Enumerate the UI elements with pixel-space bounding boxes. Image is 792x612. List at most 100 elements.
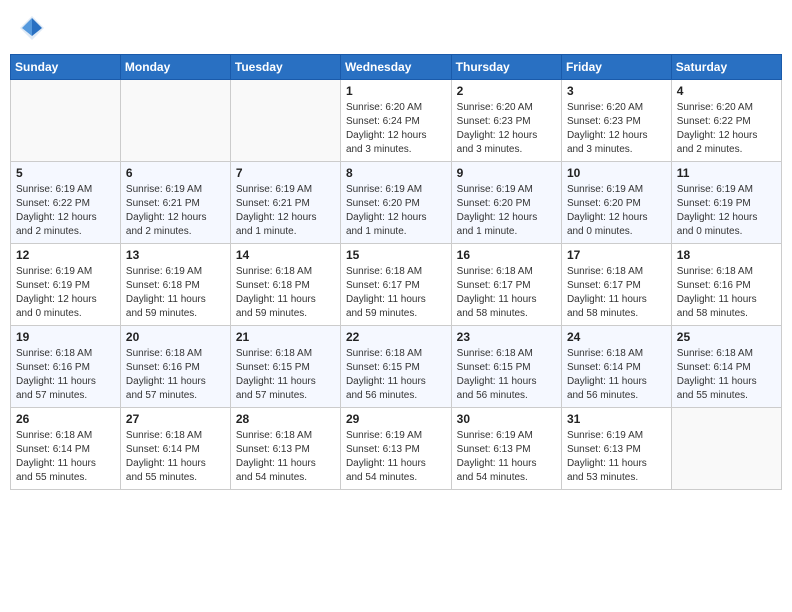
day-number: 17 xyxy=(567,248,666,262)
calendar-cell: 2 Sunrise: 6:20 AM Sunset: 6:23 PM Daylig… xyxy=(451,80,561,162)
day-number: 23 xyxy=(457,330,556,344)
calendar-cell: 14 Sunrise: 6:18 AM Sunset: 6:18 PM Dayli… xyxy=(230,244,340,326)
day-number: 31 xyxy=(567,412,666,426)
day-number: 16 xyxy=(457,248,556,262)
day-number: 3 xyxy=(567,84,666,98)
calendar-header-saturday: Saturday xyxy=(671,55,781,80)
day-number: 13 xyxy=(126,248,225,262)
calendar-cell: 27 Sunrise: 6:18 AM Sunset: 6:14 PM Dayli… xyxy=(120,408,230,490)
day-number: 29 xyxy=(346,412,446,426)
day-info: Sunrise: 6:18 AM Sunset: 6:17 PM Dayligh… xyxy=(457,265,556,321)
day-number: 21 xyxy=(236,330,335,344)
calendar-cell xyxy=(230,80,340,162)
calendar-cell: 10Sunrise: 6:19 AM Sunset: 6:20 PM Dayli… xyxy=(561,162,671,244)
day-info: Sunrise: 6:18 AM Sunset: 6:16 PM Dayligh… xyxy=(16,347,115,403)
day-number: 14 xyxy=(236,248,335,262)
day-info: Sunrise: 6:19 AM Sunset: 6:20 PM Dayligh… xyxy=(346,183,446,239)
day-info: Sunrise: 6:19 AM Sunset: 6:22 PM Dayligh… xyxy=(16,183,115,239)
day-number: 12 xyxy=(16,248,115,262)
day-info: Sunrise: 6:20 AM Sunset: 6:22 PM Dayligh… xyxy=(677,101,776,157)
calendar-cell: 5 Sunrise: 6:19 AM Sunset: 6:22 PM Daylig… xyxy=(11,162,121,244)
calendar-cell: 1 Sunrise: 6:20 AM Sunset: 6:24 PM Daylig… xyxy=(340,80,451,162)
calendar-cell: 8 Sunrise: 6:19 AM Sunset: 6:20 PM Daylig… xyxy=(340,162,451,244)
calendar-header-monday: Monday xyxy=(120,55,230,80)
calendar-cell: 24 Sunrise: 6:18 AM Sunset: 6:14 PM Dayli… xyxy=(561,326,671,408)
calendar-cell: 26Sunrise: 6:18 AM Sunset: 6:14 PM Dayli… xyxy=(11,408,121,490)
calendar-cell: 20 Sunrise: 6:18 AM Sunset: 6:16 PM Dayli… xyxy=(120,326,230,408)
day-info: Sunrise: 6:18 AM Sunset: 6:14 PM Dayligh… xyxy=(126,429,225,485)
day-info: Sunrise: 6:18 AM Sunset: 6:14 PM Dayligh… xyxy=(567,347,666,403)
calendar-cell: 4 Sunrise: 6:20 AM Sunset: 6:22 PM Daylig… xyxy=(671,80,781,162)
calendar-cell xyxy=(671,408,781,490)
calendar-cell: 3 Sunrise: 6:20 AM Sunset: 6:23 PM Daylig… xyxy=(561,80,671,162)
calendar-cell: 31 Sunrise: 6:19 AM Sunset: 6:13 PM Dayli… xyxy=(561,408,671,490)
page-header xyxy=(10,10,782,46)
day-info: Sunrise: 6:18 AM Sunset: 6:17 PM Dayligh… xyxy=(567,265,666,321)
calendar-header-friday: Friday xyxy=(561,55,671,80)
calendar-week-row: 1 Sunrise: 6:20 AM Sunset: 6:24 PM Daylig… xyxy=(11,80,782,162)
day-info: Sunrise: 6:20 AM Sunset: 6:24 PM Dayligh… xyxy=(346,101,446,157)
day-info: Sunrise: 6:19 AM Sunset: 6:19 PM Dayligh… xyxy=(677,183,776,239)
day-number: 10 xyxy=(567,166,666,180)
day-number: 28 xyxy=(236,412,335,426)
day-info: Sunrise: 6:19 AM Sunset: 6:21 PM Dayligh… xyxy=(126,183,225,239)
calendar-cell: 22Sunrise: 6:18 AM Sunset: 6:15 PM Dayli… xyxy=(340,326,451,408)
day-info: Sunrise: 6:18 AM Sunset: 6:14 PM Dayligh… xyxy=(16,429,115,485)
day-number: 7 xyxy=(236,166,335,180)
day-info: Sunrise: 6:19 AM Sunset: 6:13 PM Dayligh… xyxy=(346,429,446,485)
day-number: 22 xyxy=(346,330,446,344)
calendar-week-row: 12 Sunrise: 6:19 AM Sunset: 6:19 PM Dayli… xyxy=(11,244,782,326)
day-number: 2 xyxy=(457,84,556,98)
calendar-cell: 6 Sunrise: 6:19 AM Sunset: 6:21 PM Daylig… xyxy=(120,162,230,244)
calendar-cell: 19 Sunrise: 6:18 AM Sunset: 6:16 PM Dayli… xyxy=(11,326,121,408)
day-number: 1 xyxy=(346,84,446,98)
day-number: 11 xyxy=(677,166,776,180)
calendar-header-thursday: Thursday xyxy=(451,55,561,80)
day-number: 4 xyxy=(677,84,776,98)
day-info: Sunrise: 6:19 AM Sunset: 6:18 PM Dayligh… xyxy=(126,265,225,321)
calendar-cell: 15Sunrise: 6:18 AM Sunset: 6:17 PM Dayli… xyxy=(340,244,451,326)
day-info: Sunrise: 6:20 AM Sunset: 6:23 PM Dayligh… xyxy=(457,101,556,157)
calendar-cell: 13 Sunrise: 6:19 AM Sunset: 6:18 PM Dayli… xyxy=(120,244,230,326)
logo xyxy=(18,14,50,42)
day-number: 5 xyxy=(16,166,115,180)
day-info: Sunrise: 6:19 AM Sunset: 6:13 PM Dayligh… xyxy=(567,429,666,485)
calendar-week-row: 19 Sunrise: 6:18 AM Sunset: 6:16 PM Dayli… xyxy=(11,326,782,408)
calendar-cell: 29 Sunrise: 6:19 AM Sunset: 6:13 PM Dayli… xyxy=(340,408,451,490)
calendar-cell: 30Sunrise: 6:19 AM Sunset: 6:13 PM Dayli… xyxy=(451,408,561,490)
calendar-header-tuesday: Tuesday xyxy=(230,55,340,80)
calendar-header-sunday: Sunday xyxy=(11,55,121,80)
calendar-week-row: 26Sunrise: 6:18 AM Sunset: 6:14 PM Dayli… xyxy=(11,408,782,490)
day-number: 9 xyxy=(457,166,556,180)
calendar-header-row: SundayMondayTuesdayWednesdayThursdayFrid… xyxy=(11,55,782,80)
day-info: Sunrise: 6:19 AM Sunset: 6:20 PM Dayligh… xyxy=(457,183,556,239)
day-number: 6 xyxy=(126,166,225,180)
calendar-cell: 28 Sunrise: 6:18 AM Sunset: 6:13 PM Dayli… xyxy=(230,408,340,490)
day-info: Sunrise: 6:19 AM Sunset: 6:21 PM Dayligh… xyxy=(236,183,335,239)
day-info: Sunrise: 6:18 AM Sunset: 6:17 PM Dayligh… xyxy=(346,265,446,321)
day-info: Sunrise: 6:18 AM Sunset: 6:16 PM Dayligh… xyxy=(126,347,225,403)
day-info: Sunrise: 6:18 AM Sunset: 6:13 PM Dayligh… xyxy=(236,429,335,485)
day-info: Sunrise: 6:18 AM Sunset: 6:18 PM Dayligh… xyxy=(236,265,335,321)
calendar-cell xyxy=(120,80,230,162)
day-number: 19 xyxy=(16,330,115,344)
day-number: 20 xyxy=(126,330,225,344)
calendar-cell: 16 Sunrise: 6:18 AM Sunset: 6:17 PM Dayli… xyxy=(451,244,561,326)
calendar-cell: 7 Sunrise: 6:19 AM Sunset: 6:21 PM Daylig… xyxy=(230,162,340,244)
calendar-header-wednesday: Wednesday xyxy=(340,55,451,80)
calendar-cell: 25 Sunrise: 6:18 AM Sunset: 6:14 PM Dayli… xyxy=(671,326,781,408)
day-info: Sunrise: 6:18 AM Sunset: 6:15 PM Dayligh… xyxy=(236,347,335,403)
day-info: Sunrise: 6:20 AM Sunset: 6:23 PM Dayligh… xyxy=(567,101,666,157)
calendar-cell: 11 Sunrise: 6:19 AM Sunset: 6:19 PM Dayli… xyxy=(671,162,781,244)
day-number: 24 xyxy=(567,330,666,344)
day-info: Sunrise: 6:18 AM Sunset: 6:14 PM Dayligh… xyxy=(677,347,776,403)
day-number: 30 xyxy=(457,412,556,426)
calendar-week-row: 5 Sunrise: 6:19 AM Sunset: 6:22 PM Daylig… xyxy=(11,162,782,244)
day-number: 8 xyxy=(346,166,446,180)
logo-icon xyxy=(18,14,46,42)
day-info: Sunrise: 6:19 AM Sunset: 6:19 PM Dayligh… xyxy=(16,265,115,321)
calendar-cell xyxy=(11,80,121,162)
day-number: 25 xyxy=(677,330,776,344)
day-info: Sunrise: 6:18 AM Sunset: 6:16 PM Dayligh… xyxy=(677,265,776,321)
day-number: 27 xyxy=(126,412,225,426)
